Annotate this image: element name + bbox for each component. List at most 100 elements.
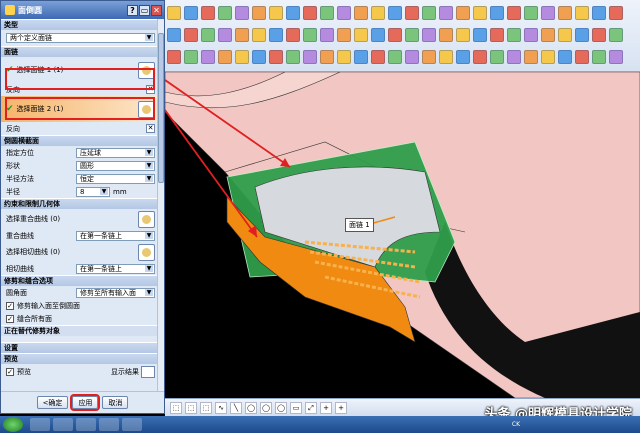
toolbar-button[interactable]: [167, 50, 181, 64]
toolbar-button[interactable]: [201, 28, 215, 42]
ok-button[interactable]: <确定: [36, 396, 69, 409]
toolbar-button[interactable]: [354, 6, 368, 20]
toolbar-button[interactable]: [439, 50, 453, 64]
toolbar-button[interactable]: [354, 28, 368, 42]
toolbar-button[interactable]: [575, 50, 589, 64]
toolbar-button[interactable]: [269, 28, 283, 42]
spline-icon[interactable]: ∿: [215, 401, 227, 414]
toolbar-button[interactable]: [201, 6, 215, 20]
fillet-face-dropdown[interactable]: 修剪至所有输入面: [76, 287, 155, 298]
stitch-row[interactable]: ✓ 缝合所有面: [1, 312, 159, 325]
toolbar-button[interactable]: [456, 28, 470, 42]
toolbar-button[interactable]: [473, 50, 487, 64]
toolbar-button[interactable]: [235, 50, 249, 64]
overlap-curve-dropdown[interactable]: 在第一条链上: [76, 230, 155, 241]
toolbar-button[interactable]: [524, 50, 538, 64]
taskbar-app-paint[interactable]: [76, 418, 96, 431]
toolbar-button[interactable]: [592, 28, 606, 42]
taskbar-app-nx[interactable]: [122, 418, 142, 431]
section-constraint[interactable]: 约束和限制几何体: [1, 198, 159, 209]
toolbar-button[interactable]: [235, 28, 249, 42]
radius-method-dropdown[interactable]: 恒定: [76, 173, 155, 184]
toolbar-button[interactable]: [558, 50, 572, 64]
select-tangent-curve-row[interactable]: 选择相切曲线 (0): [1, 242, 159, 262]
tool-button-2[interactable]: ⬚: [185, 401, 197, 414]
toolbar-button[interactable]: [337, 6, 351, 20]
toolbar-button[interactable]: [252, 50, 266, 64]
toolbar-button[interactable]: [405, 50, 419, 64]
toolbar-button[interactable]: [269, 50, 283, 64]
point-icon-2[interactable]: +: [335, 401, 347, 414]
move-icon[interactable]: ⤢: [305, 401, 317, 414]
toolbar-button[interactable]: [575, 28, 589, 42]
curve-select-icon[interactable]: [138, 210, 155, 228]
point-icon[interactable]: +: [320, 401, 332, 414]
close-button[interactable]: ✕: [151, 4, 162, 16]
toolbar-button[interactable]: [490, 6, 504, 20]
toolbar-button[interactable]: [422, 50, 436, 64]
circle-icon[interactable]: ◯: [260, 401, 272, 414]
dialog-title-bar[interactable]: 面倒圆 ? ▭ ✕: [1, 1, 164, 19]
toolbar-button[interactable]: [184, 50, 198, 64]
toolbar-button[interactable]: [218, 50, 232, 64]
toolbar-button[interactable]: [184, 28, 198, 42]
toolbar-button[interactable]: [286, 6, 300, 20]
toolbar-button[interactable]: [592, 6, 606, 20]
toolbar-button[interactable]: [218, 6, 232, 20]
toolbar-button[interactable]: [269, 6, 283, 20]
taskbar-app-media[interactable]: [99, 418, 119, 431]
toolbar-button[interactable]: [524, 28, 538, 42]
restore-button[interactable]: ▭: [139, 4, 150, 16]
toolbar-button[interactable]: [252, 6, 266, 20]
section-trim[interactable]: 修剪和缝合选项: [1, 275, 159, 286]
toolbar-button[interactable]: [439, 28, 453, 42]
toolbar-button[interactable]: [507, 50, 521, 64]
section-type[interactable]: 类型: [1, 19, 159, 30]
section-preview[interactable]: 预览: [1, 353, 159, 364]
arc-icon[interactable]: ◯: [245, 401, 257, 414]
toolbar-button[interactable]: [303, 50, 317, 64]
toolbar-button[interactable]: [252, 28, 266, 42]
toolbar-button[interactable]: [558, 6, 572, 20]
scrollbar-thumb[interactable]: [158, 33, 164, 183]
toolbar-button[interactable]: [592, 50, 606, 64]
toolbar-button[interactable]: [235, 6, 249, 20]
taskbar-app-folder[interactable]: [53, 418, 73, 431]
curve-select-icon[interactable]: [138, 243, 155, 261]
toolbar-button[interactable]: [541, 50, 555, 64]
toolbar-button[interactable]: [320, 6, 334, 20]
toolbar-button[interactable]: [371, 6, 385, 20]
select-overlap-curve-row[interactable]: 选择重合曲线 (0): [1, 209, 159, 229]
start-icon[interactable]: [3, 417, 23, 432]
checkbox-checked[interactable]: ✓: [6, 301, 14, 310]
toolbar-button[interactable]: [609, 28, 623, 42]
checkbox-checked[interactable]: ✓: [6, 314, 14, 323]
apply-button[interactable]: 应用: [70, 394, 101, 411]
toolbar-button[interactable]: [167, 28, 181, 42]
toolbar-button[interactable]: [456, 50, 470, 64]
section-cross-section[interactable]: 倒圆横截面: [1, 135, 159, 146]
rectangle-icon[interactable]: ▭: [290, 401, 302, 414]
toolbar-button[interactable]: [371, 28, 385, 42]
shape-dropdown[interactable]: 圆形: [76, 160, 155, 171]
toolbar-button[interactable]: [184, 6, 198, 20]
tangent-curve-dropdown[interactable]: 在第一条链上: [76, 263, 155, 274]
toolbar-button[interactable]: [490, 28, 504, 42]
toolbar-button[interactable]: [575, 6, 589, 20]
toolbar-button[interactable]: [388, 6, 402, 20]
section-settings[interactable]: 设置: [1, 342, 159, 353]
toolbar-button[interactable]: [405, 28, 419, 42]
toolbar-button[interactable]: [303, 6, 317, 20]
toolbar-button[interactable]: [337, 50, 351, 64]
tool-button-3[interactable]: ⬚: [200, 401, 212, 414]
toolbar-button[interactable]: [609, 6, 623, 20]
toolbar-button[interactable]: [201, 50, 215, 64]
toolbar-button[interactable]: [507, 28, 521, 42]
toolbar-button[interactable]: [541, 6, 555, 20]
type-dropdown[interactable]: 两个定义面链: [6, 33, 155, 43]
toolbar-button[interactable]: [303, 28, 317, 42]
toolbar-button[interactable]: [541, 28, 555, 42]
tool-button-1[interactable]: ⬚: [170, 401, 182, 414]
trim-input-row[interactable]: ✓ 修剪输入面至倒圆面: [1, 299, 159, 312]
reverse-icon[interactable]: ✕: [146, 124, 155, 133]
